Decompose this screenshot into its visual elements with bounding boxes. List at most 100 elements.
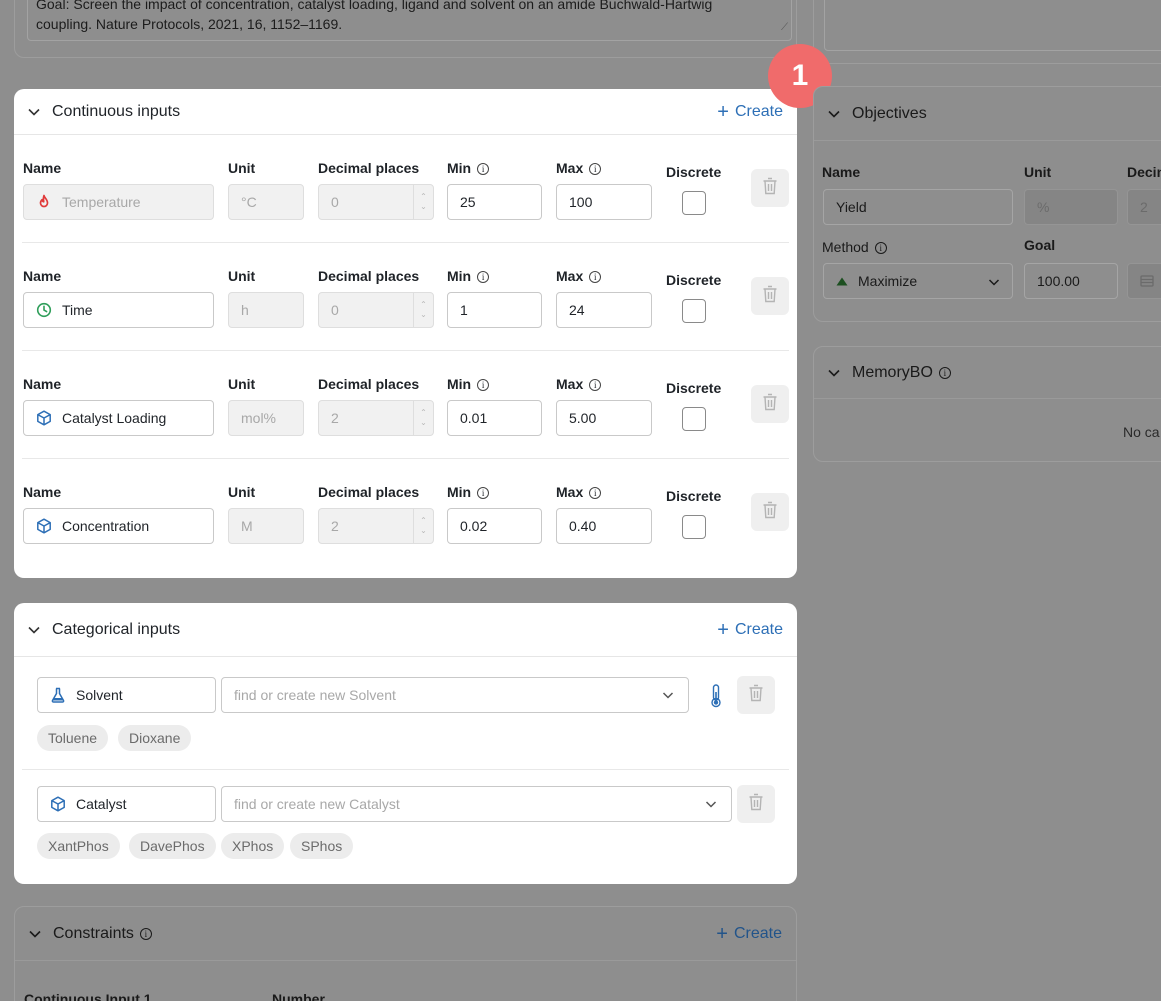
stepper-icon: ⌃ ⌄ bbox=[413, 185, 433, 219]
min-label: Min i bbox=[447, 268, 490, 284]
max-label: Max i bbox=[556, 268, 602, 284]
info-icon[interactable]: i bbox=[477, 487, 490, 499]
info-icon[interactable]: i bbox=[477, 271, 490, 283]
info-icon[interactable]: i bbox=[938, 366, 951, 379]
chevron-down-icon[interactable] bbox=[26, 622, 42, 638]
max-field[interactable]: 24 bbox=[556, 292, 652, 328]
chevron-down-icon bbox=[705, 797, 719, 811]
chip-xphos[interactable]: XPhos bbox=[221, 833, 285, 859]
max-field[interactable]: 0.40 bbox=[556, 508, 652, 544]
constraints-header[interactable]: Constraints i + Create bbox=[15, 907, 796, 961]
objective-unit-field: % bbox=[1024, 189, 1118, 225]
unit-field: h bbox=[228, 292, 304, 328]
memorybo-card: MemoryBO i No ca bbox=[813, 346, 1161, 462]
chip-dioxane[interactable]: Dioxane bbox=[118, 725, 192, 751]
discrete-checkbox[interactable] bbox=[682, 515, 706, 539]
info-icon[interactable]: i bbox=[139, 927, 152, 940]
max-label: Max i bbox=[556, 376, 602, 392]
chevron-down-icon bbox=[988, 275, 1000, 291]
info-icon[interactable]: i bbox=[477, 163, 490, 175]
chip-davephos[interactable]: DavePhos bbox=[129, 833, 216, 859]
discrete-checkbox[interactable] bbox=[682, 191, 706, 215]
delete-input-button[interactable] bbox=[751, 493, 789, 531]
chevron-down-icon[interactable] bbox=[826, 106, 842, 122]
discrete-label: Discrete bbox=[666, 272, 722, 288]
constraint-col1-label: Continuous Input 1 bbox=[24, 991, 152, 1001]
solvent-select[interactable]: find or create new Solvent bbox=[221, 677, 689, 713]
input-name-field[interactable]: Time bbox=[23, 292, 214, 328]
objective-method-select[interactable]: Maximize bbox=[823, 263, 1013, 299]
chevron-down-icon[interactable] bbox=[27, 926, 43, 942]
max-field[interactable]: 100 bbox=[556, 184, 652, 220]
name-label: Name bbox=[23, 376, 62, 392]
continuous-inputs-header[interactable]: Continuous inputs + Create bbox=[14, 89, 797, 135]
max-field[interactable]: 5.00 bbox=[556, 400, 652, 436]
objective-goal-field[interactable]: 100.00 bbox=[1024, 263, 1118, 299]
input-name-field[interactable]: Catalyst Loading bbox=[23, 400, 214, 436]
description-line-2: coupling. Nature Protocols, 2021, 16, 11… bbox=[36, 16, 343, 32]
chip-toluene[interactable]: Toluene bbox=[37, 725, 109, 751]
create-categorical-button[interactable]: + Create bbox=[717, 618, 783, 641]
delete-solvent-button[interactable] bbox=[737, 676, 775, 714]
discrete-checkbox[interactable] bbox=[682, 299, 706, 323]
objective-method-label: Method i bbox=[822, 239, 887, 255]
chip-sphos[interactable]: SPhos bbox=[290, 833, 354, 859]
min-field[interactable]: 0.02 bbox=[447, 508, 542, 544]
info-icon[interactable]: i bbox=[589, 487, 602, 499]
categorical-name-field[interactable]: Catalyst bbox=[37, 786, 216, 822]
input-name-field[interactable]: Concentration bbox=[23, 508, 214, 544]
plus-icon: + bbox=[717, 618, 729, 641]
resize-handle-icon[interactable]: ⟋ bbox=[781, 18, 788, 38]
min-field[interactable]: 1 bbox=[447, 292, 542, 328]
description-textarea[interactable]: Goal: Screen the impact of concentration… bbox=[27, 0, 792, 41]
right-top-textarea[interactable] bbox=[824, 0, 1161, 51]
unit-label: Unit bbox=[228, 160, 256, 176]
decimal-places-field: 2 ⌃ ⌄ bbox=[318, 400, 434, 436]
info-icon[interactable]: i bbox=[589, 163, 602, 175]
delete-catalyst-button[interactable] bbox=[737, 785, 775, 823]
chevron-down-icon[interactable] bbox=[26, 104, 42, 120]
catalyst-select[interactable]: find or create new Catalyst bbox=[221, 786, 732, 822]
trash-icon bbox=[748, 793, 764, 816]
decimal-places-label: Decimal places bbox=[318, 376, 420, 392]
unit-field: M bbox=[228, 508, 304, 544]
trash-icon bbox=[762, 177, 778, 200]
categorical-inputs-card: Categorical inputs + Create Solvent find … bbox=[14, 603, 797, 884]
decimal-places-field: 2 ⌃ ⌄ bbox=[318, 508, 434, 544]
stepper-icon: ⌃ ⌄ bbox=[413, 509, 433, 543]
objectives-header[interactable]: Objectives bbox=[814, 87, 1161, 141]
objective-extra-button[interactable] bbox=[1127, 263, 1161, 299]
description-card: Goal: Screen the impact of concentration… bbox=[14, 0, 797, 58]
min-field[interactable]: 25 bbox=[447, 184, 542, 220]
info-icon[interactable]: i bbox=[477, 379, 490, 391]
delete-input-button[interactable] bbox=[751, 169, 789, 207]
min-field[interactable]: 0.01 bbox=[447, 400, 542, 436]
cube-icon bbox=[36, 410, 52, 426]
discrete-checkbox[interactable] bbox=[682, 407, 706, 431]
delete-input-button[interactable] bbox=[751, 277, 789, 315]
decimal-places-label: Decimal places bbox=[318, 268, 420, 284]
create-constraint-button[interactable]: + Create bbox=[716, 922, 782, 945]
categorical-inputs-header[interactable]: Categorical inputs + Create bbox=[14, 603, 797, 657]
info-icon[interactable]: i bbox=[874, 242, 887, 254]
categorical-name-field[interactable]: Solvent bbox=[37, 677, 216, 713]
continuous-inputs-title: Continuous inputs bbox=[52, 102, 181, 120]
chip-xantphos[interactable]: XantPhos bbox=[37, 833, 120, 859]
categorical-row-catalyst: Catalyst find or create new Catalyst Xan… bbox=[22, 770, 789, 882]
decimal-places-label: Decimal places bbox=[318, 484, 420, 500]
objective-name-field[interactable]: Yield bbox=[823, 189, 1013, 225]
stepper-icon: ⌃ ⌄ bbox=[413, 401, 433, 435]
info-icon[interactable]: i bbox=[589, 271, 602, 283]
thermometer-icon[interactable] bbox=[709, 684, 723, 708]
memorybo-header[interactable]: MemoryBO i bbox=[814, 347, 1161, 399]
discrete-label: Discrete bbox=[666, 164, 722, 180]
categorical-row-solvent: Solvent find or create new Solvent Tolue… bbox=[22, 657, 789, 770]
create-continuous-button[interactable]: + Create bbox=[717, 102, 783, 122]
triangle-up-icon bbox=[836, 277, 848, 286]
flame-icon bbox=[36, 194, 52, 210]
chevron-down-icon[interactable] bbox=[826, 365, 842, 381]
info-icon[interactable]: i bbox=[589, 379, 602, 391]
delete-input-button[interactable] bbox=[751, 385, 789, 423]
description-line-1: Goal: Screen the impact of concentration… bbox=[36, 0, 713, 12]
plus-icon: + bbox=[716, 922, 728, 945]
